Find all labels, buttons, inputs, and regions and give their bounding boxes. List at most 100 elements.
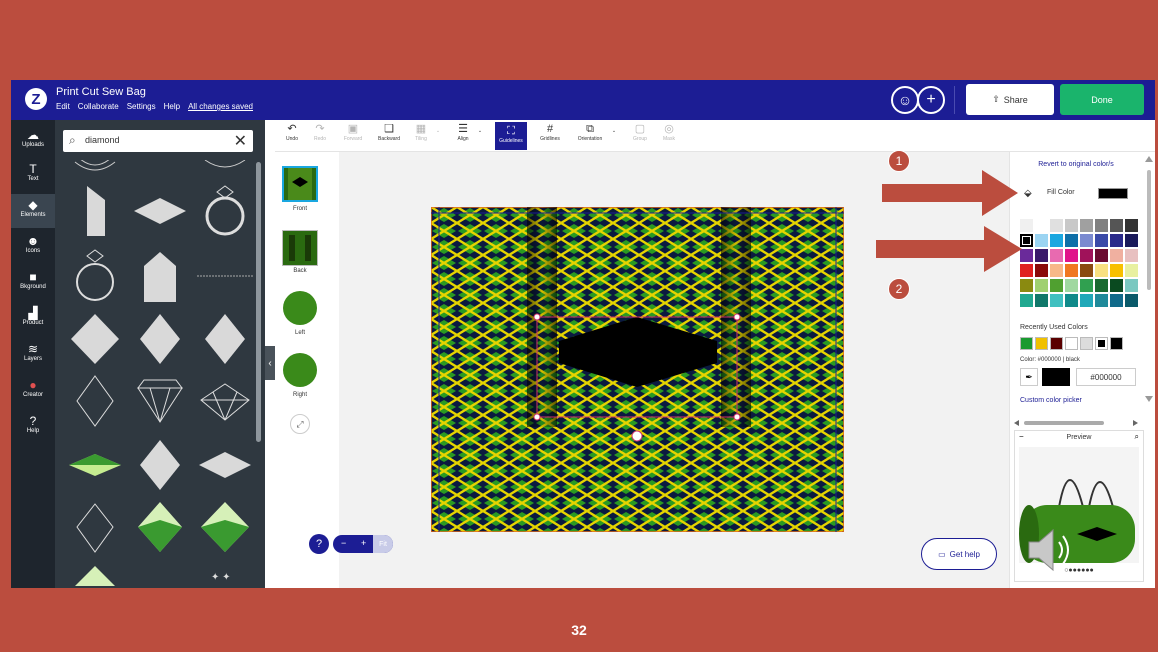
canvas-help-icon[interactable]: ? bbox=[309, 534, 329, 554]
tiling-button[interactable]: ▦ Tiling bbox=[411, 122, 431, 142]
color-swatch[interactable] bbox=[1065, 219, 1078, 232]
recent-color-swatch[interactable] bbox=[1110, 337, 1123, 350]
nav-background[interactable]: ■ Bkground bbox=[11, 270, 55, 300]
recent-color-swatch[interactable] bbox=[1035, 337, 1048, 350]
orientation-button[interactable]: ⧉ Orientation bbox=[573, 122, 607, 142]
result-item[interactable] bbox=[65, 246, 125, 304]
zoom-fit-button[interactable]: Fit bbox=[373, 535, 393, 553]
done-button[interactable]: Done bbox=[1060, 84, 1144, 115]
guidelines-button[interactable]: ⛶ Guidelines bbox=[495, 122, 527, 150]
tiling-dropdown-icon[interactable]: ⌄ bbox=[433, 128, 443, 134]
forward-button[interactable]: ▣ Forward bbox=[339, 122, 367, 142]
color-swatch[interactable] bbox=[1035, 234, 1048, 247]
thumb-right[interactable] bbox=[282, 352, 318, 388]
color-swatch[interactable] bbox=[1035, 279, 1048, 292]
revert-colors-link[interactable]: Revert to original color/s bbox=[1010, 161, 1142, 168]
horizontal-scrollbar[interactable] bbox=[1014, 420, 1138, 426]
recent-color-swatch[interactable] bbox=[1050, 337, 1063, 350]
result-item[interactable] bbox=[195, 372, 255, 430]
align-dropdown-icon[interactable]: ⌄ bbox=[475, 128, 485, 134]
save-status[interactable]: All changes saved bbox=[188, 102, 253, 111]
color-swatch[interactable] bbox=[1095, 264, 1108, 277]
recent-color-swatch[interactable] bbox=[1020, 337, 1033, 350]
color-swatch[interactable] bbox=[1125, 234, 1138, 247]
panel-scrollbar[interactable] bbox=[1144, 154, 1154, 404]
collapse-preview-icon[interactable]: − bbox=[1019, 432, 1024, 441]
result-item[interactable] bbox=[65, 310, 125, 368]
color-swatch[interactable] bbox=[1035, 219, 1048, 232]
nav-uploads[interactable]: ☁ Uploads bbox=[11, 128, 55, 158]
orientation-dropdown-icon[interactable]: ⌄ bbox=[609, 128, 619, 134]
color-swatch[interactable] bbox=[1050, 264, 1063, 277]
result-item[interactable] bbox=[195, 436, 255, 494]
backward-button[interactable]: ❑ Backward bbox=[373, 122, 405, 142]
color-swatch[interactable] bbox=[1065, 264, 1078, 277]
clear-search-icon[interactable]: ✕ bbox=[234, 131, 247, 151]
color-swatch[interactable] bbox=[1080, 219, 1093, 232]
result-item[interactable] bbox=[65, 498, 125, 556]
color-swatch[interactable] bbox=[1095, 249, 1108, 262]
result-item[interactable] bbox=[130, 498, 190, 556]
color-swatch[interactable] bbox=[1095, 234, 1108, 247]
nav-text[interactable]: T Text bbox=[11, 162, 55, 192]
color-swatch[interactable] bbox=[1110, 219, 1123, 232]
result-item[interactable] bbox=[130, 436, 190, 494]
collapse-panel-button[interactable]: ‹ bbox=[265, 346, 275, 380]
speaker-icon[interactable] bbox=[1025, 528, 1075, 572]
menu-edit[interactable]: Edit bbox=[56, 102, 70, 111]
hex-input[interactable]: #000000 bbox=[1076, 368, 1136, 386]
zoom-out-button[interactable]: − bbox=[341, 538, 346, 548]
color-swatch[interactable] bbox=[1095, 279, 1108, 292]
color-swatch[interactable] bbox=[1125, 249, 1138, 262]
fill-color-swatch[interactable] bbox=[1098, 188, 1128, 199]
color-swatch[interactable] bbox=[1020, 279, 1033, 292]
result-item[interactable] bbox=[130, 372, 190, 430]
result-item[interactable] bbox=[65, 562, 125, 588]
color-swatch[interactable] bbox=[1035, 294, 1048, 307]
color-swatch[interactable] bbox=[1065, 249, 1078, 262]
color-swatch[interactable] bbox=[1080, 249, 1093, 262]
color-swatch[interactable] bbox=[1035, 249, 1048, 262]
color-swatch[interactable] bbox=[1080, 234, 1093, 247]
nav-layers[interactable]: ≋ Layers bbox=[11, 342, 55, 372]
color-swatch[interactable] bbox=[1110, 264, 1123, 277]
color-swatch[interactable] bbox=[1080, 264, 1093, 277]
color-swatch[interactable] bbox=[1050, 234, 1063, 247]
eyedropper-icon[interactable]: ✒ bbox=[1020, 368, 1038, 386]
recent-color-swatch[interactable] bbox=[1080, 337, 1093, 350]
result-item[interactable] bbox=[130, 246, 190, 304]
color-swatch[interactable] bbox=[1080, 294, 1093, 307]
result-item[interactable] bbox=[195, 182, 255, 240]
nav-help[interactable]: ? Help bbox=[11, 414, 55, 444]
result-item[interactable] bbox=[130, 310, 190, 368]
color-swatch[interactable] bbox=[1035, 264, 1048, 277]
align-button[interactable]: ☰ Align bbox=[451, 122, 475, 142]
color-swatch[interactable] bbox=[1065, 234, 1078, 247]
get-help-button[interactable]: ▭ Get help bbox=[921, 538, 997, 570]
recent-color-swatch[interactable] bbox=[1065, 337, 1078, 350]
menu-settings[interactable]: Settings bbox=[127, 102, 156, 111]
add-collaborator-icon[interactable]: + bbox=[917, 86, 945, 114]
thumb-front[interactable] bbox=[282, 166, 318, 202]
nav-icons[interactable]: ☻ Icons bbox=[11, 234, 55, 264]
color-swatch[interactable] bbox=[1095, 294, 1108, 307]
result-item[interactable] bbox=[195, 246, 255, 304]
color-swatch[interactable] bbox=[1095, 219, 1108, 232]
nav-creator[interactable]: ● Creator bbox=[11, 378, 55, 408]
search-input[interactable]: diamond bbox=[85, 135, 120, 145]
color-swatch[interactable] bbox=[1080, 279, 1093, 292]
result-item[interactable] bbox=[65, 372, 125, 430]
color-swatch[interactable] bbox=[1050, 279, 1063, 292]
color-swatch[interactable] bbox=[1050, 294, 1063, 307]
nav-product[interactable]: ▟ Product bbox=[11, 306, 55, 336]
nav-elements[interactable]: ◆ Elements bbox=[11, 194, 55, 228]
search-box[interactable]: ⌕ diamond ✕ bbox=[63, 130, 253, 152]
document-title[interactable]: Print Cut Sew Bag bbox=[56, 86, 146, 98]
zoom-preview-icon[interactable]: ⌕ bbox=[1135, 432, 1139, 442]
mask-button[interactable]: ◎ Mask bbox=[659, 122, 679, 142]
color-swatch[interactable] bbox=[1125, 294, 1138, 307]
result-item[interactable] bbox=[195, 498, 255, 556]
color-swatch[interactable] bbox=[1110, 279, 1123, 292]
share-button[interactable]: ⇧ Share bbox=[966, 84, 1054, 115]
menu-collaborate[interactable]: Collaborate bbox=[78, 102, 119, 111]
